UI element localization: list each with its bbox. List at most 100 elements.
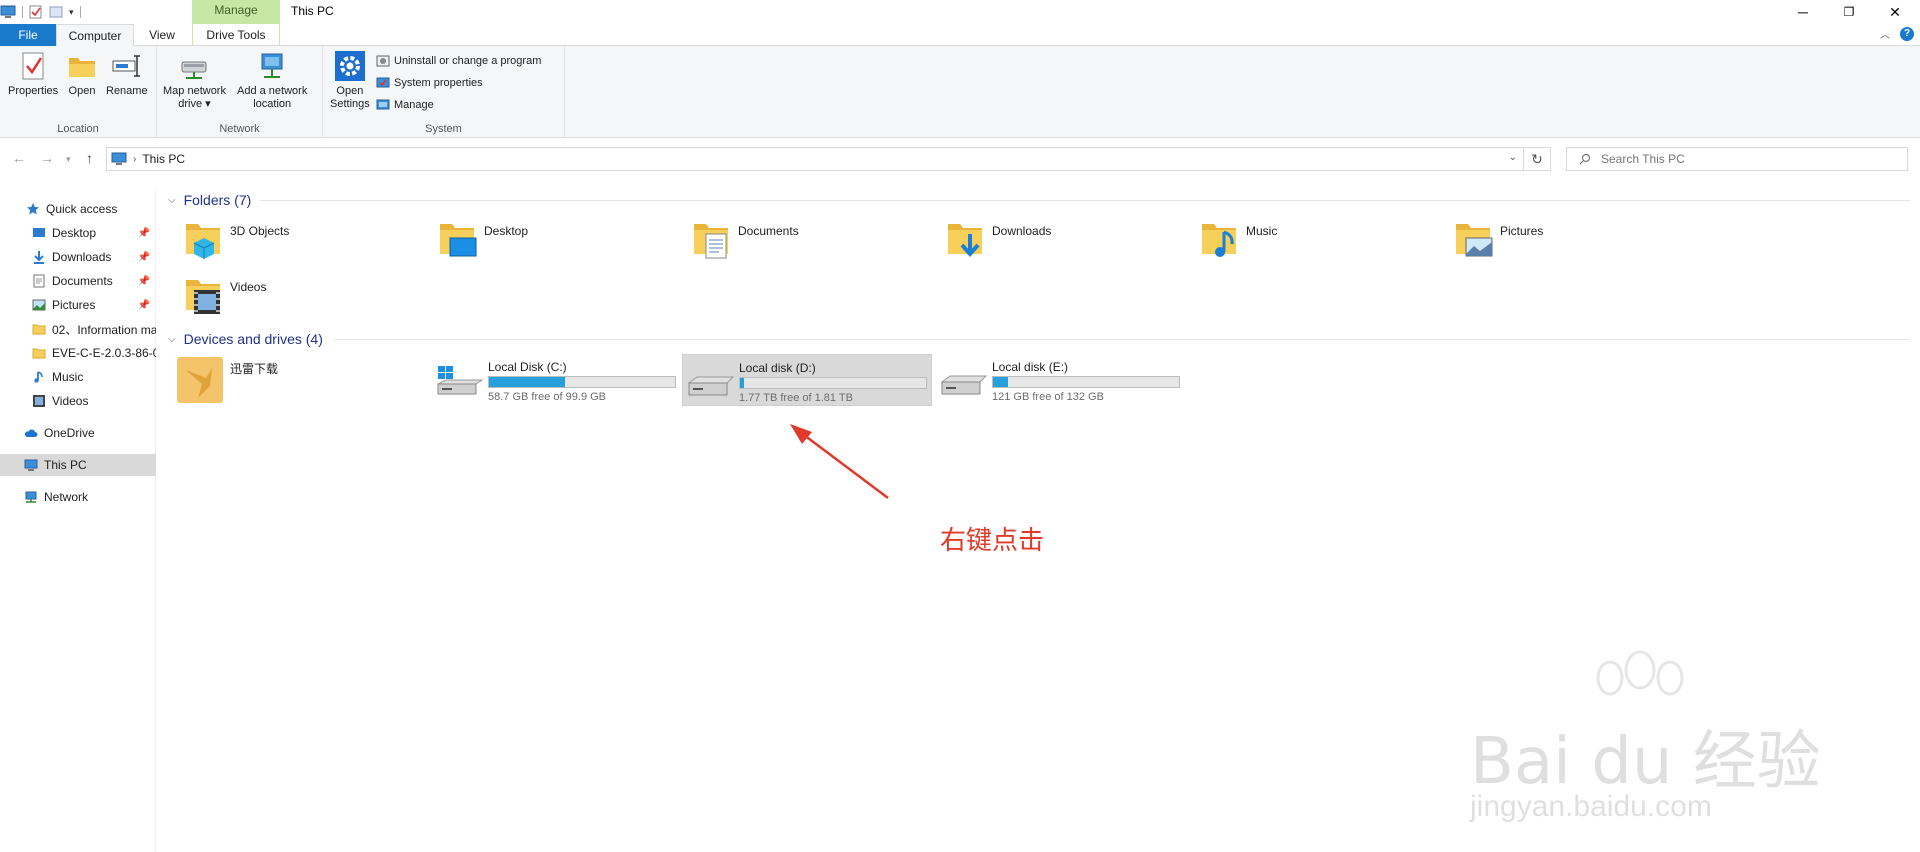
nav-label: Downloads bbox=[52, 250, 112, 264]
pin-icon[interactable]: 📌 bbox=[138, 252, 150, 263]
ribbon: Properties Open Rename Location Map netw… bbox=[0, 46, 1920, 138]
refresh-button[interactable]: ↻ bbox=[1524, 147, 1551, 171]
forward-arrow-icon[interactable]: → bbox=[40, 150, 54, 166]
drive-name: 迅雷下载 bbox=[230, 362, 279, 376]
map-network-drive-label-1: Map network bbox=[163, 85, 226, 97]
drive-free-space: 1.77 TB free of 1.81 TB bbox=[739, 392, 853, 404]
ribbon-group-label: System bbox=[425, 123, 462, 135]
folder-3d-objects[interactable]: 3D Objects bbox=[160, 214, 400, 264]
tab-computer[interactable]: Computer bbox=[56, 24, 134, 47]
qat-dropdown-icon[interactable]: ▾ bbox=[69, 7, 74, 18]
drive-usage-bar bbox=[992, 376, 1180, 388]
folder-documents[interactable]: Documents bbox=[668, 214, 908, 264]
nav-network[interactable]: Network bbox=[0, 486, 156, 508]
hard-drive-icon bbox=[687, 376, 735, 396]
search-placeholder: Search This PC bbox=[1601, 152, 1685, 166]
properties-button[interactable]: Properties bbox=[8, 50, 58, 98]
devices-section-header[interactable]: ⌵ Devices and drives (4) bbox=[168, 329, 323, 349]
quick-access-toolbar: ▾ bbox=[0, 3, 81, 21]
open-button[interactable]: Open bbox=[66, 50, 98, 98]
pin-icon[interactable]: 📌 bbox=[138, 276, 150, 287]
minimize-icon: ─ bbox=[1798, 4, 1808, 20]
search-input[interactable]: Search This PC bbox=[1566, 147, 1908, 171]
map-network-drive-icon bbox=[181, 61, 207, 79]
pin-icon[interactable]: 📌 bbox=[138, 228, 150, 239]
drive-c[interactable]: Local Disk (C:) 58.7 GB free of 99.9 GB bbox=[432, 354, 682, 406]
drive-thunder-download[interactable]: 迅雷下载 bbox=[176, 354, 376, 406]
restore-button[interactable]: ❐ bbox=[1826, 0, 1872, 24]
nav-folder-eve[interactable]: EVE-C-E-2.0.3-86-00 bbox=[0, 342, 156, 364]
nav-quick-access[interactable]: Quick access bbox=[0, 198, 156, 220]
rename-button[interactable]: Rename bbox=[106, 50, 148, 98]
open-settings-button[interactable]: Open Settings bbox=[330, 50, 370, 111]
properties-label: Properties bbox=[8, 85, 59, 97]
system-properties-button[interactable]: System properties bbox=[376, 76, 483, 90]
drive-usage-fill bbox=[740, 378, 744, 388]
folder-downloads[interactable]: Downloads bbox=[922, 214, 1162, 264]
nav-videos[interactable]: Videos bbox=[0, 390, 156, 412]
drive-e[interactable]: Local disk (E:) 121 GB free of 132 GB bbox=[936, 354, 1186, 406]
drive-free-space: 121 GB free of 132 GB bbox=[992, 391, 1104, 403]
drive-usage-fill bbox=[993, 377, 1008, 387]
baidu-watermark: Bai du 经验 jingyan.baidu.com bbox=[1470, 640, 1821, 840]
nav-folder-information[interactable]: 02、Information ma bbox=[0, 318, 156, 340]
folders-section-header[interactable]: ⌵ Folders (7) bbox=[168, 190, 251, 210]
this-pc-icon[interactable] bbox=[0, 5, 16, 19]
ribbon-group-location: Properties Open Rename Location bbox=[0, 46, 157, 138]
collapse-ribbon-icon[interactable]: ︿ bbox=[1880, 26, 1890, 41]
address-bar[interactable]: › This PC ⌄ bbox=[106, 147, 1524, 171]
map-network-drive-label-2-text: drive bbox=[178, 98, 203, 110]
add-network-location-button[interactable]: Add a network location bbox=[237, 50, 307, 111]
pin-icon[interactable]: 📌 bbox=[138, 300, 150, 311]
devices-header-label: Devices and drives (4) bbox=[183, 331, 323, 347]
properties-qat-icon[interactable] bbox=[29, 5, 43, 19]
add-network-location-label-1: Add a network bbox=[237, 85, 308, 97]
manage-button[interactable]: Manage bbox=[376, 98, 434, 112]
watermark-url: jingyan.baidu.com bbox=[1470, 790, 1712, 823]
manage-context-tab[interactable]: Manage bbox=[192, 0, 280, 24]
folder-icon bbox=[32, 348, 46, 359]
nav-documents[interactable]: Documents 📌 bbox=[0, 270, 156, 292]
folder-pictures[interactable]: Pictures bbox=[1430, 214, 1670, 264]
nav-onedrive[interactable]: OneDrive bbox=[0, 422, 156, 444]
uninstall-program-button[interactable]: Uninstall or change a program bbox=[376, 54, 541, 68]
ribbon-group-label: Location bbox=[57, 123, 99, 135]
folder-desktop[interactable]: Desktop bbox=[414, 214, 654, 264]
close-button[interactable]: ✕ bbox=[1872, 0, 1918, 24]
folder-label: Music bbox=[1246, 224, 1278, 238]
up-arrow-icon[interactable]: ↑ bbox=[86, 150, 93, 166]
breadcrumb-this-pc[interactable]: This PC bbox=[142, 152, 185, 166]
recent-locations-icon[interactable]: ▾ bbox=[66, 154, 71, 165]
nav-downloads[interactable]: Downloads 📌 bbox=[0, 246, 156, 268]
hard-drive-icon bbox=[940, 375, 988, 395]
nav-music[interactable]: Music bbox=[0, 366, 156, 388]
breadcrumb-chevron-icon[interactable]: › bbox=[133, 154, 136, 165]
nav-label: Documents bbox=[52, 274, 113, 288]
drive-name: Local Disk (C:) bbox=[488, 360, 567, 374]
new-folder-qat-icon[interactable] bbox=[49, 5, 63, 19]
map-network-drive-button[interactable]: Map network drive ▾ bbox=[163, 50, 226, 111]
section-divider bbox=[334, 339, 1910, 340]
address-history-dropdown-icon[interactable]: ⌄ bbox=[1509, 152, 1517, 163]
music-note-icon bbox=[34, 371, 43, 383]
tab-view[interactable]: View bbox=[134, 24, 190, 46]
folder-label: Documents bbox=[738, 224, 799, 238]
annotation-arrow-shaft bbox=[799, 431, 889, 499]
qat-separator bbox=[22, 6, 23, 18]
folder-videos[interactable]: Videos bbox=[160, 270, 400, 320]
tab-drive-tools[interactable]: Drive Tools bbox=[192, 24, 280, 46]
minimize-button[interactable]: ─ bbox=[1780, 0, 1826, 24]
title-bar: ▾ Manage This PC ─ ❐ ✕ bbox=[0, 0, 1920, 24]
nav-this-pc[interactable]: This PC bbox=[0, 454, 156, 476]
nav-desktop[interactable]: Desktop 📌 bbox=[0, 222, 156, 244]
tab-file[interactable]: File bbox=[0, 24, 56, 46]
folder-label: Downloads bbox=[992, 224, 1052, 238]
star-icon bbox=[27, 203, 39, 215]
downloads-folder-icon bbox=[948, 224, 982, 258]
drive-d[interactable]: Local disk (D:) 1.77 TB free of 1.81 TB bbox=[682, 354, 932, 406]
nav-pictures[interactable]: Pictures 📌 bbox=[0, 294, 156, 316]
rename-label: Rename bbox=[106, 85, 148, 97]
back-arrow-icon[interactable]: ← bbox=[12, 150, 26, 166]
folder-music[interactable]: Music bbox=[1176, 214, 1416, 264]
help-icon[interactable]: ? bbox=[1900, 26, 1914, 41]
